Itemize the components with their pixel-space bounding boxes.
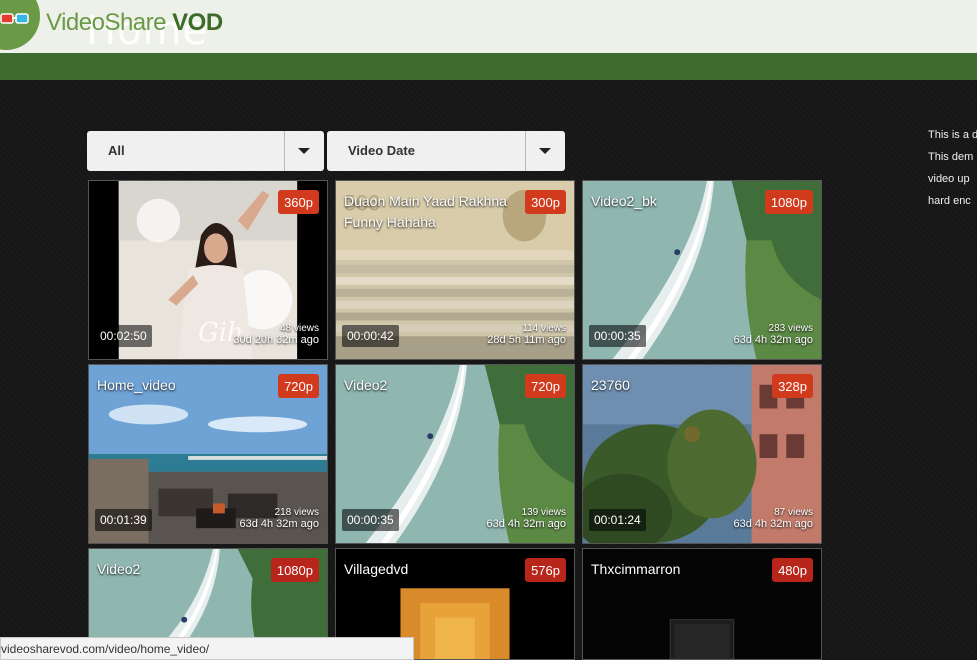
quality-badge: 1080p [270, 558, 319, 582]
video-views: 87 views [774, 507, 813, 518]
video-age: 63d 4h 32m ago [733, 518, 813, 530]
video-views: 48 views [280, 323, 319, 334]
sidebar-description: This is a d This dem video up hard enc [928, 124, 977, 212]
video-title[interactable]: Villagedvd [344, 561, 408, 577]
video-views: 114 views [522, 323, 566, 334]
video-duration: 00:00:35 [589, 325, 646, 347]
video-title[interactable]: Home_video [97, 377, 176, 393]
video-views: 283 views [768, 323, 813, 334]
logo-text-part1: VideoShare [46, 9, 167, 36]
quality-badge: 576p [525, 558, 566, 582]
quality-badge: 480p [772, 558, 813, 582]
video-tile[interactable]: Video2_bk 1080p 00:00:35 283 views 63d 4… [582, 180, 822, 360]
status-url: videosharevod.com/video/home_video/ [1, 642, 210, 656]
video-title[interactable]: Duaon Main Yaad Rakhna Funny Hahaha [344, 191, 524, 233]
quality-badge: 1080p [764, 190, 813, 214]
video-age: 63d 4h 32m ago [239, 518, 319, 530]
video-age: 28d 5h 11m ago [487, 334, 566, 346]
sort-select-value: Video Date [348, 143, 415, 158]
video-duration: 00:00:42 [342, 325, 399, 347]
chevron-down-icon[interactable] [539, 148, 551, 154]
video-tile[interactable]: 23760 328p 00:01:24 87 views 63d 4h 32m … [582, 364, 822, 544]
video-tile[interactable]: Home_video 720p 00:01:39 218 views 63d 4… [88, 364, 328, 544]
video-title[interactable]: Video2_bk [591, 193, 657, 209]
sidebar-line: This dem [928, 151, 974, 163]
video-duration: 00:02:50 [95, 325, 152, 347]
logo-text-part2: VOD [172, 9, 223, 36]
category-select-value: All [108, 143, 125, 158]
video-duration: 00:00:35 [342, 509, 399, 531]
category-select[interactable]: All [87, 131, 324, 171]
video-title[interactable]: Video2 [344, 377, 387, 393]
quality-badge: 300p [525, 190, 566, 214]
video-tile[interactable]: Thxcimmarron 480p [582, 548, 822, 660]
video-tile[interactable]: Video2 720p 00:00:35 139 views 63d 4h 32… [335, 364, 575, 544]
sort-select[interactable]: Video Date [327, 131, 565, 171]
video-age: 63d 4h 32m ago [486, 518, 566, 530]
3d-glasses-icon [0, 13, 29, 24]
video-tile[interactable]: 500 Duaon Main Yaad Rakhna Funny Hahaha … [335, 180, 575, 360]
logo-mark[interactable] [0, 0, 40, 50]
video-views: 218 views [274, 507, 319, 518]
select-divider [525, 131, 526, 171]
video-views: 139 views [521, 507, 566, 518]
sidebar-line: This is a d [928, 129, 977, 141]
video-age: 63d 4h 32m ago [733, 334, 813, 346]
video-title[interactable]: 23760 [591, 377, 630, 393]
quality-badge: 360p [278, 190, 319, 214]
video-duration: 00:01:39 [95, 509, 152, 531]
quality-badge: 720p [525, 374, 566, 398]
chevron-down-icon[interactable] [298, 148, 310, 154]
video-title[interactable]: Thxcimmarron [591, 561, 680, 577]
site-header: Home VideoShare VOD [0, 0, 977, 53]
site-logo[interactable]: VideoShare VOD [46, 9, 223, 37]
quality-badge: 328p [772, 374, 813, 398]
video-title[interactable]: Video2 [97, 561, 140, 577]
video-tile[interactable]: Gih 360p 00:02:50 48 views 30d 20h 32m a… [88, 180, 328, 360]
video-age: 30d 20h 32m ago [233, 334, 319, 346]
select-divider [284, 131, 285, 171]
sidebar-line: video up [928, 173, 970, 185]
nav-bar [0, 53, 977, 80]
sidebar-line: hard enc [928, 195, 971, 207]
quality-badge: 720p [278, 374, 319, 398]
browser-status-bar: videosharevod.com/video/home_video/ [0, 637, 414, 660]
video-duration: 00:01:24 [589, 509, 646, 531]
